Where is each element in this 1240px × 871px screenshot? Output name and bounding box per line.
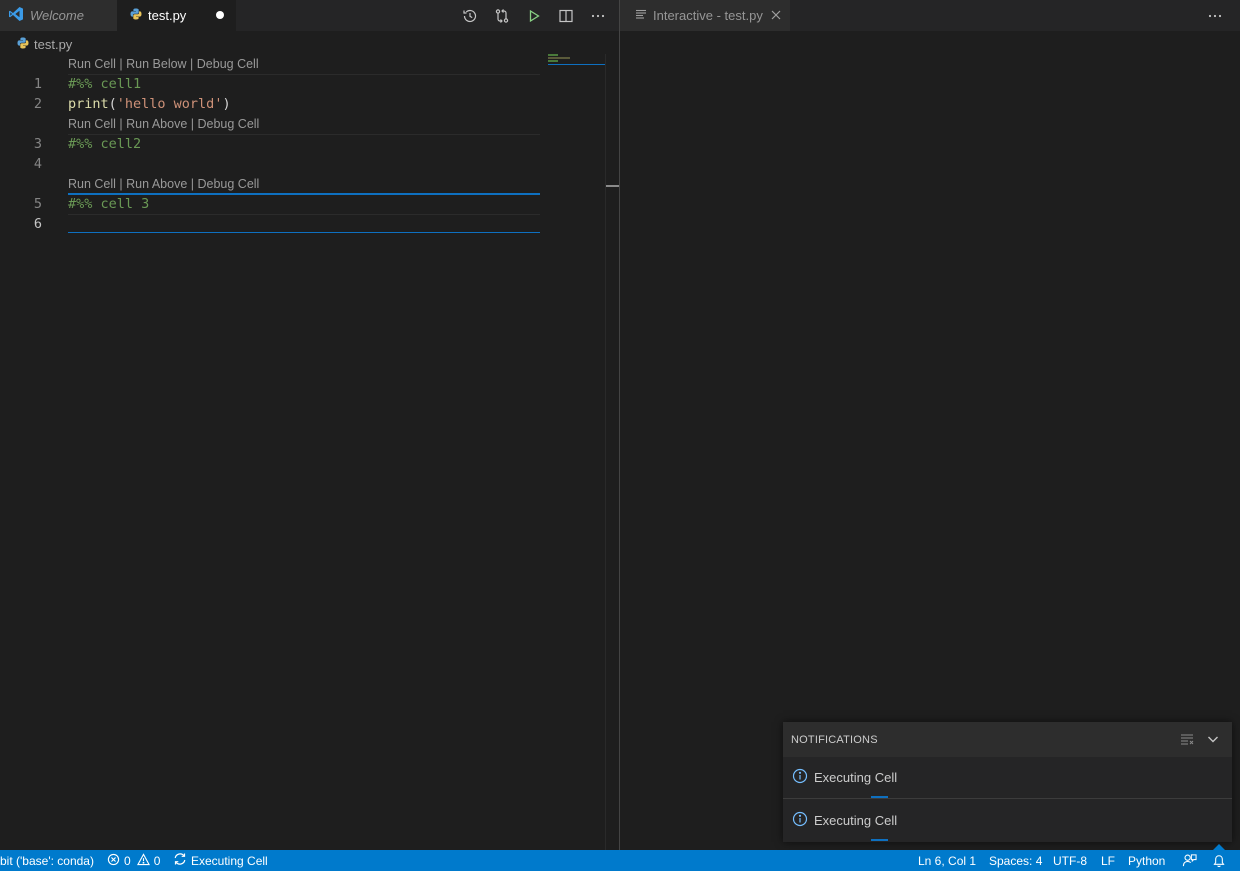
notification-progress-bar <box>871 839 888 841</box>
compare-changes-icon[interactable] <box>491 5 513 27</box>
vscode-logo-icon <box>8 6 24 25</box>
right-tab-bar: Interactive - test.py <box>620 0 1240 31</box>
minimap-cell-border <box>548 64 606 65</box>
cell-marker-comment: #%% cell1 <box>68 76 142 92</box>
tab-test-py[interactable]: test.py <box>117 0 236 31</box>
run-icon[interactable] <box>523 5 545 27</box>
codelens-cell2[interactable]: Run Cell | Run Above | Debug Cell <box>68 114 259 134</box>
feedback-icon[interactable] <box>1182 850 1197 871</box>
split-editor-icon[interactable] <box>555 5 577 27</box>
codelens-cell1[interactable]: Run Cell | Run Below | Debug Cell <box>68 54 259 74</box>
paren-close: ) <box>222 96 231 112</box>
notification-message: Executing Cell <box>814 770 898 785</box>
tab-test-py-label: test.py <box>148 8 187 23</box>
notification-message: Executing Cell <box>814 812 898 828</box>
minimap[interactable] <box>546 54 606 850</box>
editor-actions <box>459 0 609 31</box>
code-line[interactable]: 5 #%% cell 3 <box>0 194 540 214</box>
function-name: print <box>68 96 109 112</box>
code-line-current[interactable]: 6 <box>0 214 540 234</box>
notification-progress-bar <box>871 796 888 798</box>
tab-interactive-label: Interactive - test.py <box>653 8 763 23</box>
clear-all-icon[interactable] <box>1178 730 1196 748</box>
chevron-down-icon[interactable] <box>1204 730 1222 748</box>
codelens-cell3[interactable]: Run Cell | Run Above | Debug Cell <box>68 174 259 194</box>
eol-label: LF <box>1101 853 1116 868</box>
minimap-line <box>548 54 558 56</box>
scrollbar-cursor-marker <box>606 185 619 187</box>
language-label: Python <box>1128 853 1166 868</box>
indentation-selector[interactable]: Spaces: 4 <box>989 850 1042 871</box>
cursor-position[interactable]: Ln 6, Col 1 <box>918 850 976 871</box>
warning-count: 0 <box>153 853 161 868</box>
history-icon[interactable] <box>459 5 481 27</box>
cursor-position-label: Ln 6, Col 1 <box>918 853 977 868</box>
error-icon <box>107 853 120 869</box>
notifications-center: NOTIFICATIONS Executing Cell Executing C… <box>783 722 1232 842</box>
sync-spin-icon <box>173 852 187 869</box>
minimap-line <box>548 60 558 62</box>
line-number: 4 <box>33 156 42 172</box>
string-literal: 'hello world' <box>116 96 223 112</box>
more-actions-icon[interactable] <box>1204 5 1226 27</box>
tab-welcome-label: Welcome <box>30 8 84 23</box>
left-tab-bar: Welcome test.py <box>0 0 619 31</box>
bell-icon[interactable] <box>1212 850 1226 871</box>
line-number: 6 <box>33 216 42 232</box>
line-number: 1 <box>33 76 42 92</box>
line-number: 5 <box>33 196 42 212</box>
breadcrumb[interactable]: test.py <box>17 34 72 54</box>
notifications-title: NOTIFICATIONS <box>791 733 878 746</box>
encoding-selector[interactable]: UTF-8 <box>1053 850 1087 871</box>
error-count: 0 <box>124 853 131 868</box>
interpreter-label: bit ('base': conda) <box>0 853 94 868</box>
code-editor[interactable]: Run Cell | Run Below | Debug Cell 1 #%% … <box>0 54 540 850</box>
vscode-window: Welcome test.py test.py Run Cell | Run B… <box>0 0 1240 871</box>
tab-welcome[interactable]: Welcome <box>0 0 117 31</box>
preview-icon <box>635 8 647 23</box>
more-actions-icon[interactable] <box>587 5 609 27</box>
encoding-label: UTF-8 <box>1053 853 1087 868</box>
python-file-icon <box>17 37 29 52</box>
status-bar: bit ('base': conda) 0 0 Executing Cell L… <box>0 844 1240 871</box>
breadcrumb-file[interactable]: test.py <box>34 37 72 52</box>
paren-open: ( <box>108 96 117 112</box>
unsaved-dot-icon[interactable] <box>216 11 224 19</box>
notification-pointer <box>1213 844 1225 850</box>
vertical-scrollbar[interactable] <box>605 54 619 850</box>
cell-marker-comment: #%% cell2 <box>68 136 142 152</box>
notification-item[interactable]: Executing Cell <box>783 799 1232 841</box>
code-line[interactable]: 3 #%% cell2 <box>0 134 540 154</box>
line-number: 3 <box>33 136 42 152</box>
code-line[interactable]: 1 #%% cell1 <box>0 74 540 94</box>
info-icon <box>792 811 808 830</box>
notifications-header: NOTIFICATIONS <box>783 722 1232 757</box>
active-cell-bottom-border <box>68 232 540 233</box>
minimap-line <box>548 57 570 59</box>
notification-item[interactable]: Executing Cell <box>783 757 1232 799</box>
line-number: 2 <box>33 96 42 112</box>
code-line[interactable]: 2 print('hello world') <box>0 94 540 114</box>
left-editor-group: Welcome test.py test.py Run Cell | Run B… <box>0 0 619 850</box>
code-line[interactable]: 4 <box>0 154 540 174</box>
python-interpreter-selector[interactable]: bit ('base': conda) <box>0 850 94 871</box>
language-mode-selector[interactable]: Python <box>1128 850 1165 871</box>
warning-icon <box>136 852 150 869</box>
info-icon <box>792 768 808 787</box>
eol-selector[interactable]: LF <box>1101 850 1115 871</box>
indentation-label: Spaces: 4 <box>989 853 1043 868</box>
executing-label: Executing Cell <box>191 853 268 868</box>
code-statement: print('hello world') <box>68 94 231 114</box>
close-icon[interactable] <box>768 7 784 23</box>
python-file-icon <box>130 8 142 23</box>
cell-marker-comment: #%% cell 3 <box>68 196 150 212</box>
executing-status[interactable]: Executing Cell <box>173 850 268 871</box>
problems-indicator[interactable]: 0 0 <box>107 850 160 871</box>
tab-interactive[interactable]: Interactive - test.py <box>620 0 790 31</box>
